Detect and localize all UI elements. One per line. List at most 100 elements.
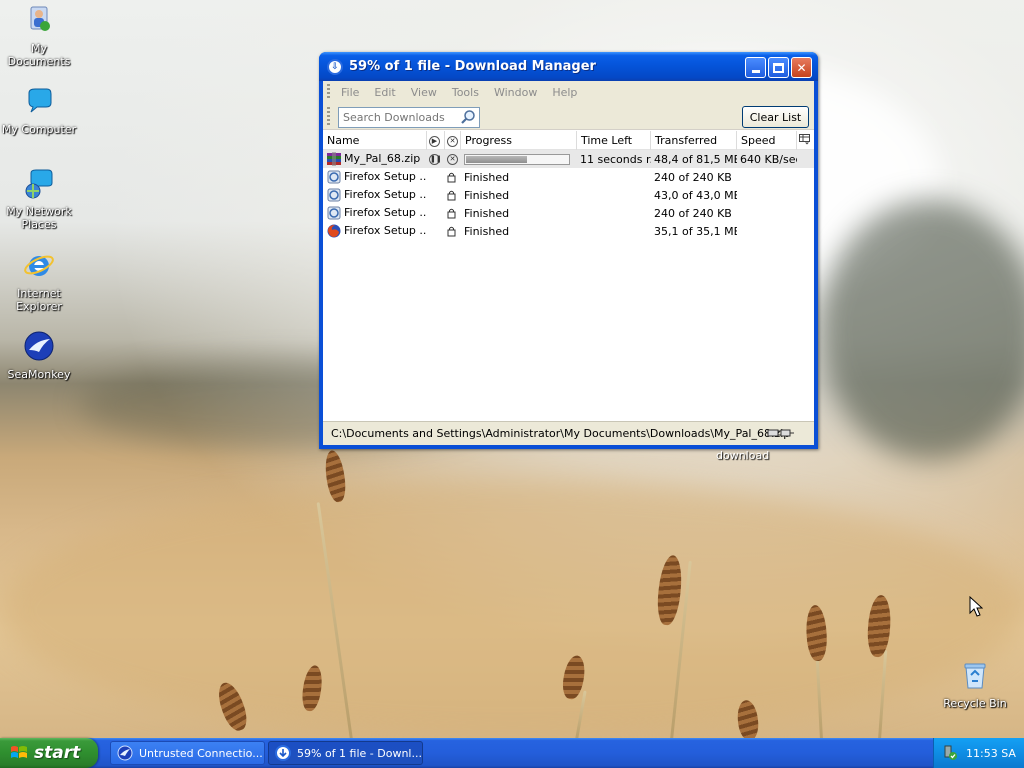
transferred: 240 of 240 KB <box>654 170 732 184</box>
maximize-button[interactable] <box>768 57 789 78</box>
menu-help[interactable]: Help <box>552 86 577 99</box>
taskbar-item-label: 59% of 1 file - Downl... <box>297 746 422 760</box>
installer-icon <box>327 206 341 220</box>
column-cancel-all[interactable]: ✕ <box>445 131 461 150</box>
status-path: C:\Documents and Settings\Administrator\… <box>331 427 791 440</box>
seamonkey-icon <box>117 745 133 761</box>
maximize-icon <box>773 62 784 73</box>
window-titlebar[interactable]: ⇩ 59% of 1 file - Download Manager ✕ <box>319 52 818 81</box>
close-icon: ✕ <box>796 60 807 75</box>
download-row[interactable]: Firefox Setup ... Finished 240 of 240 KB <box>323 204 814 222</box>
desktop-icon-recycle-bin[interactable]: Recycle Bin <box>936 659 1014 710</box>
desktop-icon-label: My Computer <box>1 123 77 136</box>
list-header: Name ▶ ✕ Progress Time Left Transferred <box>323 131 814 150</box>
minimize-button[interactable] <box>745 57 766 78</box>
desktop-icon-internet-explorer[interactable]: Internet Explorer <box>0 249 78 313</box>
download-row[interactable]: Firefox Setup ... Finished 240 of 240 KB <box>323 168 814 186</box>
my-computer-icon <box>28 88 52 113</box>
windows-logo-icon <box>11 746 27 758</box>
status-bar: C:\Documents and Settings\Administrator\… <box>323 421 814 445</box>
menu-view[interactable]: View <box>411 86 437 99</box>
start-button[interactable]: start <box>0 738 98 768</box>
download-name: My_Pal_68.zip <box>344 152 421 165</box>
internet-explorer-icon <box>24 255 54 276</box>
cancel-icon: ✕ <box>447 135 458 147</box>
menu-bar: File Edit View Tools Window Help <box>323 81 814 103</box>
desktop-file-label: download <box>716 449 770 462</box>
close-button[interactable]: ✕ <box>791 57 812 78</box>
desktop-icon-label: My Documents <box>7 42 71 68</box>
recycle-bin-icon <box>964 663 986 689</box>
transferred: 48,4 of 81,5 MB <box>654 152 737 166</box>
download-manager-icon <box>275 745 291 761</box>
column-picker[interactable] <box>797 131 814 150</box>
column-progress[interactable]: Progress <box>461 131 577 150</box>
installer-icon <box>327 170 341 184</box>
window-title: 59% of 1 file - Download Manager <box>349 59 596 74</box>
plug-connection-icon <box>766 429 794 437</box>
taskbar-item-label: Untrusted Connectio... <box>139 746 263 760</box>
column-time-left[interactable]: Time Left <box>577 131 651 150</box>
my-documents-icon <box>30 6 50 31</box>
desktop-icon-label: SeaMonkey <box>7 368 71 381</box>
search-downloads-input[interactable] <box>338 107 480 128</box>
downloads-list[interactable]: Name ▶ ✕ Progress Time Left Transferred <box>323 131 814 421</box>
safely-remove-hardware-icon[interactable] <box>942 745 958 761</box>
column-resume-all[interactable]: ▶ <box>427 131 445 150</box>
menu-file[interactable]: File <box>341 86 359 99</box>
search-icon[interactable] <box>460 109 476 125</box>
download-status: Finished <box>464 206 510 220</box>
open-file-icon[interactable] <box>447 172 456 183</box>
column-name[interactable]: Name <box>323 131 427 150</box>
column-picker-icon <box>799 134 810 145</box>
network-places-icon <box>25 169 53 199</box>
taskbar-item-untrusted-connection[interactable]: Untrusted Connectio... <box>110 741 265 765</box>
minimize-icon <box>751 70 760 73</box>
toolbar-grip <box>327 107 330 127</box>
download-name: Firefox Setup ... <box>344 188 427 201</box>
download-row[interactable]: My_Pal_68.zip ❚❚ ✕ 11 seconds r... 48,4 … <box>323 150 814 168</box>
menu-window[interactable]: Window <box>494 86 537 99</box>
open-file-icon[interactable] <box>447 226 456 237</box>
taskbar-item-download-manager[interactable]: 59% of 1 file - Downl... <box>268 741 423 765</box>
speed: 640 KB/sec <box>740 152 797 166</box>
desktop-icon-label: My Network Places <box>6 205 72 231</box>
open-file-icon[interactable] <box>447 208 456 219</box>
time-left: 11 seconds r... <box>580 152 651 166</box>
clear-list-button[interactable]: Clear List <box>742 106 809 128</box>
desktop-icon-label: Recycle Bin <box>943 697 1007 710</box>
mouse-pointer-icon <box>969 596 983 617</box>
firefox-installer-icon <box>327 224 341 238</box>
toolbar: Clear List <box>323 103 814 130</box>
zip-archive-icon <box>327 152 341 166</box>
download-progress-bar <box>464 154 570 165</box>
transferred: 43,0 of 43,0 MB <box>654 188 737 202</box>
transferred: 35,1 of 35,1 MB <box>654 224 737 238</box>
download-status: Finished <box>464 188 510 202</box>
download-name: Firefox Setup ... <box>344 224 427 237</box>
installer-icon <box>327 188 341 202</box>
seamonkey-icon <box>24 331 54 361</box>
progress-fill <box>466 156 528 163</box>
menu-edit[interactable]: Edit <box>374 86 395 99</box>
cancel-download-icon[interactable]: ✕ <box>447 154 458 165</box>
desktop-icon-my-computer[interactable]: My Computer <box>0 85 78 136</box>
download-name: Firefox Setup ... <box>344 170 427 183</box>
download-status: Finished <box>464 224 510 238</box>
desktop-icon-my-network-places[interactable]: My Network Places <box>0 167 78 231</box>
desktop-icon-my-documents[interactable]: My Documents <box>0 4 78 68</box>
taskbar: start Untrusted Connectio... 59% of 1 fi… <box>0 738 1024 768</box>
download-row[interactable]: Firefox Setup ... Finished 43,0 of 43,0 … <box>323 186 814 204</box>
download-status: Finished <box>464 170 510 184</box>
download-manager-window: ⇩ 59% of 1 file - Download Manager ✕ Fil… <box>319 52 818 449</box>
menu-tools[interactable]: Tools <box>452 86 479 99</box>
transferred: 240 of 240 KB <box>654 206 732 220</box>
clock[interactable]: 11:53 SA <box>966 747 1016 760</box>
column-speed[interactable]: Speed <box>737 131 797 150</box>
column-transferred[interactable]: Transferred <box>651 131 737 150</box>
desktop-icon-seamonkey[interactable]: SeaMonkey <box>0 330 78 381</box>
pause-icon[interactable]: ❚❚ <box>429 154 442 165</box>
open-file-icon[interactable] <box>447 190 456 201</box>
download-row[interactable]: Firefox Setup ... Finished 35,1 of 35,1 … <box>323 222 814 240</box>
download-manager-icon: ⇩ <box>327 58 343 75</box>
